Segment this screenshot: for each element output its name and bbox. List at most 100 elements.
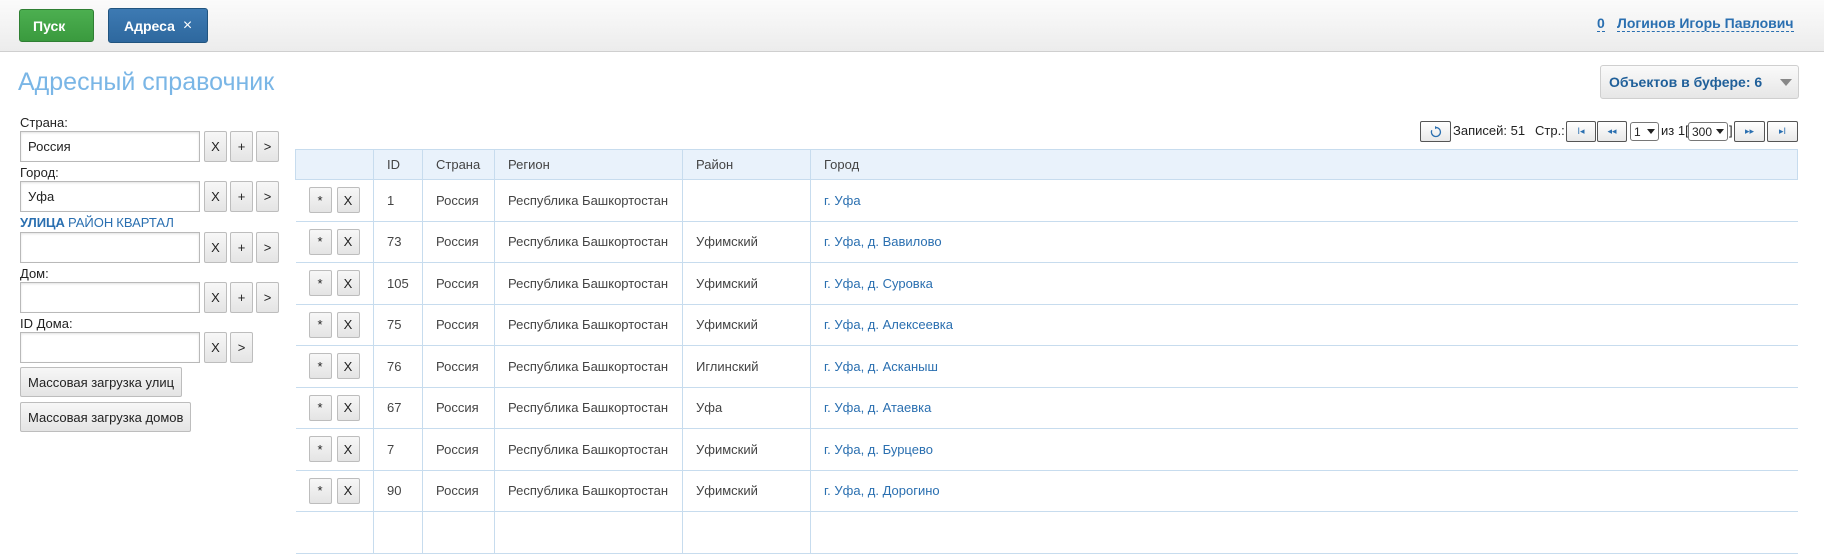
column-header-region[interactable]: Регион [494, 149, 683, 180]
city-link[interactable]: г. Уфа [824, 193, 861, 208]
country-add-button[interactable]: + [230, 131, 253, 162]
city-go-button[interactable]: > [256, 181, 279, 212]
house-id-clear-button[interactable]: X [204, 332, 227, 363]
city-link[interactable]: г. Уфа, д. Вавилово [824, 234, 942, 249]
row-delete-button[interactable]: X [336, 311, 360, 338]
country-go-button[interactable]: > [256, 131, 279, 162]
street-field[interactable] [20, 232, 200, 263]
per-page-select[interactable]: 300 [1688, 122, 1728, 141]
prev-page-button[interactable]: ◂◂ [1597, 121, 1627, 142]
city-add-button[interactable]: + [230, 181, 253, 212]
house-add-button[interactable]: + [230, 282, 253, 313]
cell-district: Уфимский [682, 262, 811, 305]
next-page-button[interactable]: ▸▸ [1734, 121, 1765, 142]
city-clear-button[interactable]: X [204, 181, 227, 212]
cell-city: г. Уфа, д. Атаевка [810, 386, 1798, 429]
cell-city [810, 511, 1798, 554]
city-link[interactable]: г. Уфа, д. Дорогино [824, 483, 940, 498]
cell-country: Россия [422, 386, 495, 429]
row-select-button[interactable]: * [308, 228, 332, 255]
cell-region: Республика Башкортостан [494, 469, 683, 512]
row-actions: * X [295, 386, 374, 429]
page-select-value: 1 [1634, 124, 1641, 139]
cell-district: Уфа [682, 386, 811, 429]
switch-quarter[interactable]: КВАРТАЛ [116, 215, 174, 230]
start-button[interactable]: Пуск [19, 9, 94, 42]
city-label: Город: [20, 165, 59, 180]
row-delete-button[interactable]: X [336, 187, 360, 214]
city-link[interactable]: г. Уфа, д. Бурцево [824, 442, 933, 457]
bulk-load-streets-button[interactable]: Массовая загрузка улиц [20, 367, 183, 397]
city-field[interactable] [20, 181, 200, 212]
row-actions: * X [295, 345, 374, 388]
cell-region: Республика Башкортостан [494, 220, 683, 263]
street-add-button[interactable]: + [230, 232, 253, 263]
row-select-button[interactable]: * [308, 311, 332, 338]
chevron-down-icon [1647, 129, 1655, 134]
cell-city: г. Уфа, д. Суровка [810, 262, 1798, 305]
cell-country: Россия [422, 428, 495, 471]
house-id-field[interactable] [20, 332, 200, 363]
cell-country: Россия [422, 262, 495, 305]
switch-street[interactable]: УЛИЦА [20, 215, 65, 230]
table-row: * X 73 Россия Республика Башкортостан Уфимски… [295, 220, 1798, 263]
close-bracket: ] [1729, 123, 1733, 138]
row-select-button[interactable]: * [308, 353, 332, 380]
house-go-button[interactable]: > [256, 282, 279, 313]
cell-country [422, 511, 495, 554]
street-clear-button[interactable]: X [204, 232, 227, 263]
table-header: ID Страна Регион Район Город [295, 149, 1798, 180]
tab-addresses-label: Адреса [124, 17, 175, 34]
refresh-icon [1430, 125, 1441, 137]
cell-id: 75 [373, 303, 423, 346]
house-field[interactable] [20, 282, 200, 313]
street-go-button[interactable]: > [256, 232, 279, 263]
country-field[interactable] [20, 131, 200, 162]
cell-city: г. Уфа, д. Алексеевка [810, 303, 1798, 346]
column-header-id[interactable]: ID [373, 149, 423, 180]
row-select-button[interactable]: * [308, 270, 332, 297]
city-link[interactable]: г. Уфа, д. Алексеевка [824, 317, 953, 332]
row-delete-button[interactable]: X [336, 353, 360, 380]
column-header-country[interactable]: Страна [422, 149, 495, 180]
close-icon[interactable]: × [183, 17, 192, 35]
bulk-load-houses-button[interactable]: Массовая загрузка домов [20, 402, 192, 432]
first-page-button[interactable]: I◂ [1566, 121, 1596, 142]
city-link[interactable]: г. Уфа, д. Суровка [824, 276, 933, 291]
house-clear-button[interactable]: X [204, 282, 227, 313]
table-row: * X 7 Россия Республика Башкортостан Уфимский… [295, 428, 1798, 471]
house-label: Дом: [20, 266, 49, 281]
house-id-go-button[interactable]: > [230, 332, 253, 363]
address-table: ID Страна Регион Район Город * X 1 Россия Ре… [295, 149, 1798, 554]
row-delete-button[interactable]: X [336, 270, 360, 297]
cell-region: Республика Башкортостан [494, 345, 683, 388]
city-link[interactable]: г. Уфа, д. Атаевка [824, 400, 931, 415]
cell-id: 1 [373, 179, 423, 222]
tab-addresses[interactable]: Адреса × [108, 8, 208, 43]
column-header-city[interactable]: Город [810, 149, 1798, 180]
cell-city: г. Уфа [810, 179, 1798, 222]
last-page-button[interactable]: ▸I [1767, 121, 1798, 142]
row-delete-button[interactable]: X [336, 477, 360, 504]
row-delete-button[interactable]: X [336, 228, 360, 255]
notification-count[interactable]: 0 [1597, 15, 1605, 32]
cell-region: Республика Башкортостан [494, 303, 683, 346]
column-header-district[interactable]: Район [682, 149, 811, 180]
page-title: Адресный справочник [18, 68, 275, 96]
row-delete-button[interactable]: X [336, 436, 360, 463]
buffer-dropdown[interactable]: Объектов в буфере: 6 [1600, 65, 1799, 99]
table-row: * X 75 Россия Республика Башкортостан Уфимски… [295, 303, 1798, 346]
switch-district[interactable]: РАЙОН [68, 215, 113, 230]
row-select-button[interactable]: * [308, 477, 332, 504]
row-select-button[interactable]: * [308, 187, 332, 214]
row-select-button[interactable]: * [308, 436, 332, 463]
user-name-link[interactable]: Логинов Игорь Павлович [1617, 15, 1794, 32]
country-clear-button[interactable]: X [204, 131, 227, 162]
page-select[interactable]: 1 [1630, 122, 1659, 141]
refresh-button[interactable] [1420, 121, 1451, 142]
city-link[interactable]: г. Уфа, д. Асканыш [824, 359, 938, 374]
total-pages-label: из 1[ [1661, 123, 1689, 138]
row-select-button[interactable]: * [308, 394, 332, 421]
table-row [295, 511, 1798, 554]
row-delete-button[interactable]: X [336, 394, 360, 421]
